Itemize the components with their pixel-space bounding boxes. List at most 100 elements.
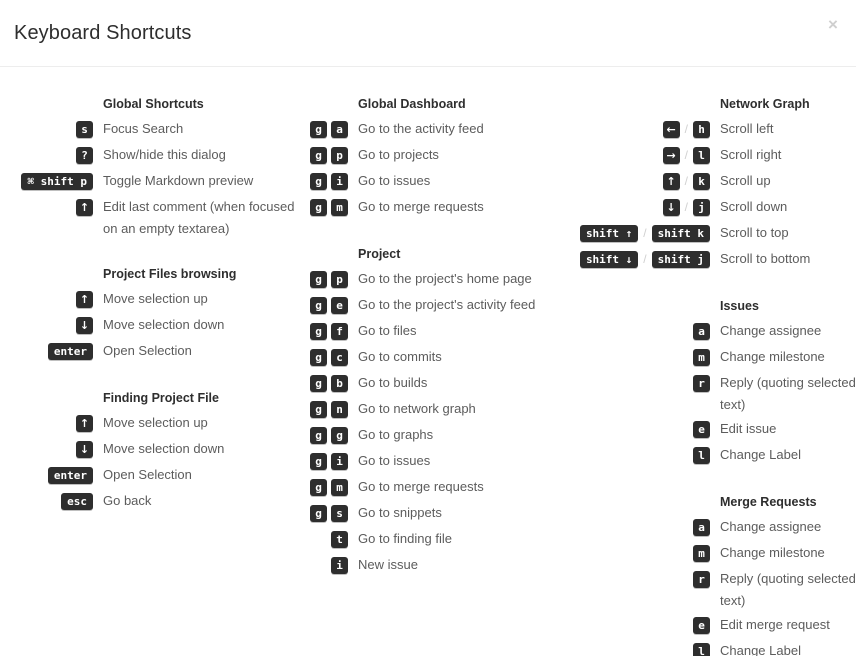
shortcut-row: enter Open Selection [0,338,300,364]
shortcut-description: Edit merge request [720,617,830,632]
shortcut-description: Go to builds [358,375,428,390]
shortcut-row: g m Go to merge requests [300,474,568,500]
shortcut-keys: ⌘ shift p [0,168,93,194]
shortcut-row: ⌘ shift p Toggle Markdown preview [0,168,300,194]
key-cap: shift ↓ [579,250,639,268]
key-cap: g [310,452,327,470]
shortcut-description: Go to issues [358,453,431,468]
shortcut-description: Go to network graph [358,401,476,416]
shortcut-row: m Change milestone [568,344,856,370]
key-cap: g [310,270,327,288]
column-3: Network Graph ← / h Scroll left → / l Scroll rig… [568,93,856,656]
shortcut-section: Issues a Change assignee m Change milestone r… [568,295,856,468]
key-cap: s [76,120,93,138]
key-cap: m [693,348,710,366]
shortcut-row: g e Go to the project's activity feed [300,292,568,318]
shortcut-row: i New issue [300,552,568,578]
shortcut-keys: gi [300,168,348,194]
key-cap: i [331,172,348,190]
section-title-row: Merge Requests [568,491,856,514]
shortcut-description: Change milestone [720,349,825,364]
section-title-row: Finding Project File [0,387,300,410]
shortcut-row: ↑ Edit last comment (when focused on an e… [0,194,300,240]
section-title-row: Project [300,243,568,266]
key-cap: enter [47,342,93,360]
shortcut-keys: gp [300,142,348,168]
shortcut-section: Finding Project File ↑ Move selection up ↓ M… [0,387,300,514]
shortcut-keys: e [568,612,710,638]
key-cap: g [310,172,327,190]
key-cap: p [331,146,348,164]
shortcut-keys: a [568,318,710,344]
key-cap: shift k [651,224,710,242]
shortcut-keys: m [568,344,710,370]
keyboard-shortcuts-modal: Keyboard Shortcuts × Global Shortcuts s Fo… [0,0,856,656]
column-1: Global Shortcuts s Focus Search? Show/hide … [0,93,300,656]
shortcut-row: g i Go to issues [300,448,568,474]
shortcut-row: g c Go to commits [300,344,568,370]
key-cap: a [693,518,710,536]
shortcut-row: g f Go to files [300,318,568,344]
key-separator: / [643,252,647,266]
shortcut-keys: ge [300,292,348,318]
arrow-key-icon: ← [662,120,680,138]
section-title: Project [358,247,401,261]
shortcut-keys: a [568,514,710,540]
key-cap: b [331,374,348,392]
shortcut-keys: i [300,552,348,578]
key-separator: / [643,226,647,240]
shortcut-description: Focus Search [103,121,184,136]
key-cap: s [331,504,348,522]
shortcut-keys: l [568,638,710,656]
shortcut-keys: ↑ [0,194,93,220]
shortcut-section: Project Files browsing ↑ Move selection up… [0,263,300,364]
shortcut-keys: gn [300,396,348,422]
shortcut-description: Go to the project's activity feed [358,297,536,312]
shortcut-description: Go to the project's home page [358,271,532,286]
shortcut-description: Change assignee [720,323,822,338]
arrow-key-icon: ↑ [76,414,93,432]
shortcut-description: Scroll down [720,199,788,214]
shortcut-section: Global Shortcuts s Focus Search? Show/hide … [0,93,300,240]
shortcut-description: Edit issue [720,421,777,436]
shortcut-keys: shift ↑ / shift k [568,220,710,246]
shortcut-keys: enter [0,462,93,488]
shortcut-description: Change milestone [720,545,825,560]
shortcut-row: shift ↑ / shift k Scroll to top [568,220,856,246]
shortcut-description: Edit last comment (when focused on an em… [103,199,295,236]
key-cap: p [331,270,348,288]
arrow-key-icon: → [662,146,680,164]
close-icon[interactable]: × [822,14,844,36]
shortcut-keys: ↑ [0,286,93,312]
shortcut-description: Scroll to top [720,225,789,240]
shortcut-row: ↑ Move selection up [0,410,300,436]
shortcut-description: Reply (quoting selected text) [720,571,856,608]
section-title-row: Global Shortcuts [0,93,300,116]
shortcut-row: e Edit issue [568,416,856,442]
shortcut-row: g g Go to graphs [300,422,568,448]
key-cap: r [693,570,710,588]
shortcut-keys: ↓ / j [568,194,710,220]
shortcut-keys: m [568,540,710,566]
shortcut-description: Go back [103,493,152,508]
shortcut-description: Go to snippets [358,505,442,520]
shortcut-keys: gb [300,370,348,396]
shortcut-keys: ← / h [568,116,710,142]
shortcut-keys: r [568,566,710,592]
shortcut-row: ← / h Scroll left [568,116,856,142]
shortcut-section: Project g p Go to the project's home page g e… [300,243,568,578]
shortcut-description: Go to issues [358,173,431,188]
shortcut-row: g a Go to the activity feed [300,116,568,142]
shortcut-row: e Edit merge request [568,612,856,638]
shortcut-keys: t [300,526,348,552]
shortcut-section: Global Dashboard g a Go to the activity fee… [300,93,568,220]
shortcut-row: shift ↓ / shift j Scroll to bottom [568,246,856,272]
shortcut-row: g m Go to merge requests [300,194,568,220]
key-cap: ? [76,146,93,164]
key-cap: g [310,374,327,392]
key-cap: shift j [651,250,710,268]
shortcut-description: Show/hide this dialog [103,147,226,162]
key-cap: f [331,322,348,340]
shortcut-description: Toggle Markdown preview [103,173,254,188]
shortcut-keys: l [568,442,710,468]
